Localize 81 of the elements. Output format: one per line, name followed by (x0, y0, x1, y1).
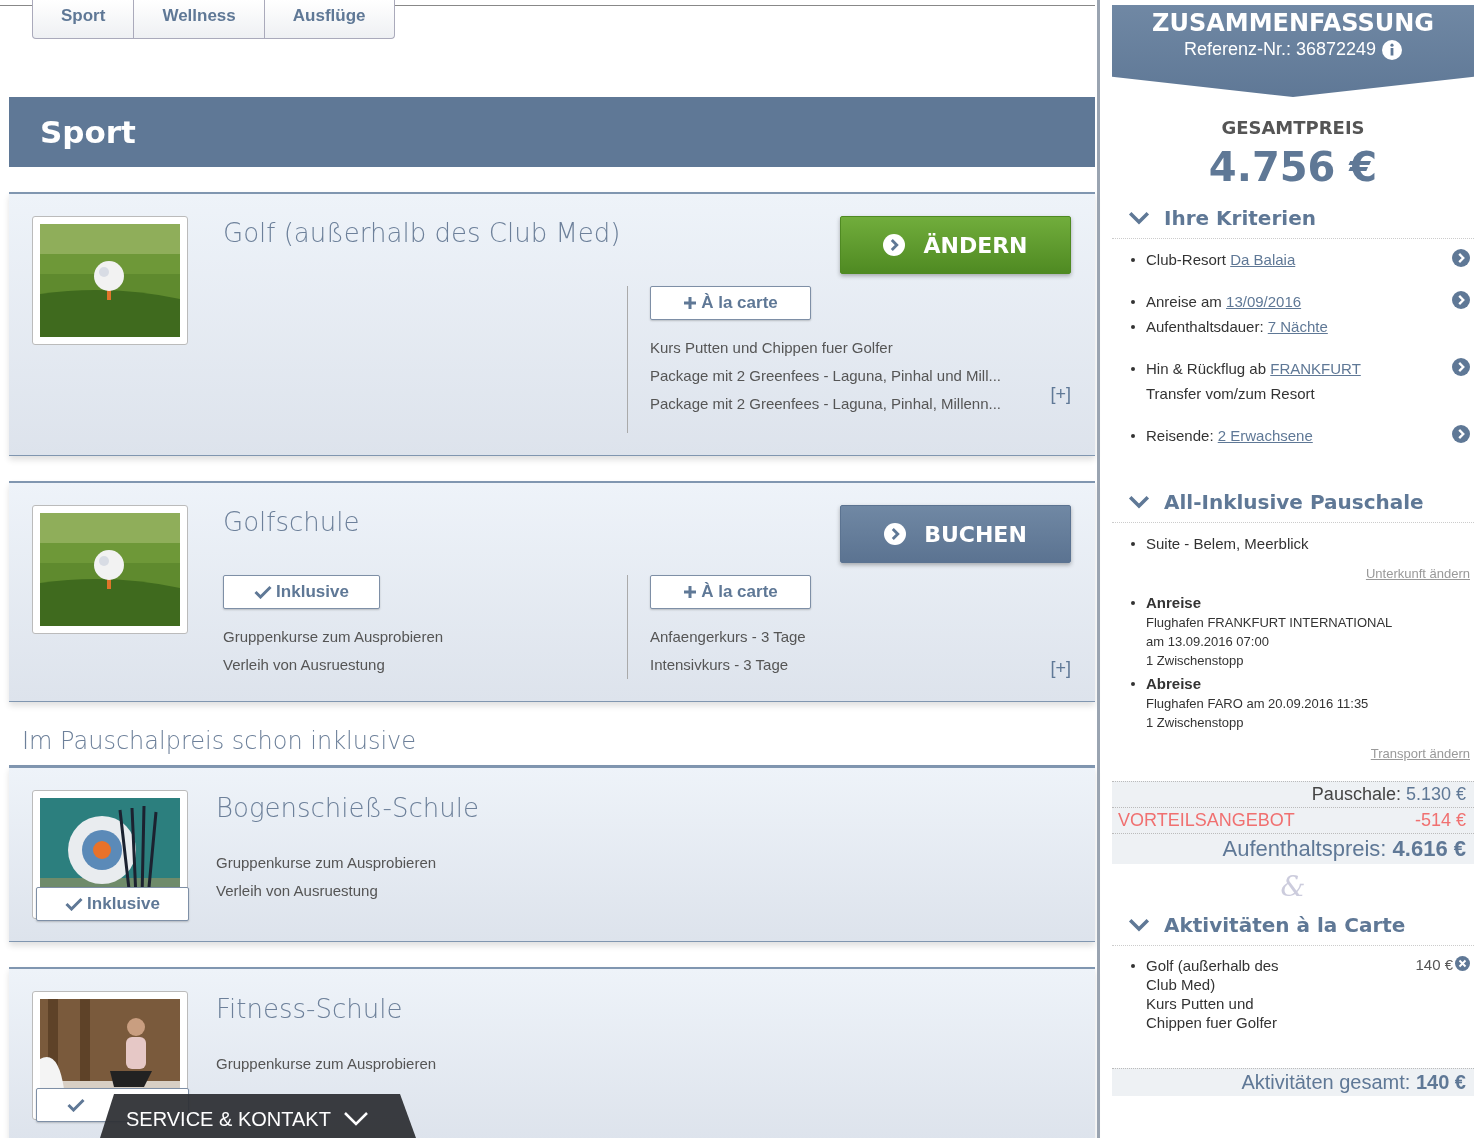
criteria-link[interactable]: 7 Nächte (1267, 318, 1328, 335)
remove-icon[interactable] (1455, 956, 1470, 971)
total-price: 4.756 € (1207, 144, 1379, 190)
flight-label: Anreise (1146, 593, 1202, 613)
category-tab[interactable]: Ausflüge (264, 0, 394, 38)
book-button[interactable]: BUCHEN (840, 505, 1071, 563)
inclusive-label: Inklusive (36, 887, 189, 921)
criteria-item: Anreise am 13/09/2016 (1146, 292, 1302, 312)
activity-title: Fitness-Schule (216, 994, 404, 1024)
arrow-circle-icon (1452, 291, 1470, 309)
flight-detail: 1 Zwischenstopp (1145, 714, 1245, 732)
included-item: Gruppenkurse zum Ausprobieren (216, 853, 437, 873)
bullet (1131, 601, 1135, 605)
flight-label: Abreise (1146, 674, 1202, 694)
change-button[interactable]: ÄNDERN (840, 216, 1071, 274)
plus-icon (683, 296, 698, 310)
chevron-icon (342, 1111, 369, 1127)
arrow-circle-icon (1452, 249, 1470, 267)
check-icon (254, 585, 273, 599)
included-item: Gruppenkurse zum Ausprobieren (223, 627, 444, 647)
expand-link[interactable]: [+] (1050, 384, 1071, 405)
criteria-item: Club-Resort Da Balaia (1146, 250, 1296, 270)
extra-detail: Kurs Putten und Chippen fuer Golfer (1146, 994, 1278, 1032)
activity-title: Golfschule (223, 507, 360, 537)
activity-title: Bogenschieß-Schule (216, 793, 480, 823)
price-row: Pauschale: 5.130 € (1112, 781, 1474, 807)
arrow-circle-icon (883, 234, 906, 256)
arrow-circle-icon (1452, 425, 1470, 443)
change-transport-link[interactable]: Transport ändern (1370, 746, 1470, 761)
info-icon[interactable] (1382, 39, 1403, 60)
included-item: Gruppenkurse zum Ausprobieren (216, 1054, 437, 1074)
a-la-carte-item: Intensivkurs - 3 Tage (650, 655, 789, 675)
flight-detail: Flughafen FRANKFURT INTERNATIONAL (1145, 614, 1393, 632)
summary-title: ZUSAMMENFASSUNG (1152, 9, 1434, 37)
bullet (1131, 542, 1135, 546)
criteria-item: Aufenthaltsdauer: 7 Nächte (1146, 317, 1328, 337)
criteria-item: Reisende: 2 Erwachsene (1146, 426, 1313, 446)
a-la-carte-button[interactable]: À la carte (650, 286, 811, 320)
extra-name: Golf (außerhalb des Club Med) (1146, 956, 1280, 994)
activity-title: Golf (außerhalb des Club Med) (223, 218, 621, 248)
extra-price: 140 € (1415, 956, 1453, 973)
arrow-circle-icon (884, 523, 907, 545)
reference-number: Referenz-Nr.: 36872249 (1183, 39, 1377, 60)
included-item: Verleih von Ausruestung (216, 881, 378, 901)
change-room-link[interactable]: Unterkunft ändern (1365, 566, 1470, 581)
a-la-carte-item: Package mit 2 Greenfees - Laguna, Pinhal, Millenn... (650, 394, 1002, 414)
inclusive-label: Inklusive (223, 575, 380, 609)
discount-row: VORTEILSANGEBOT -514 € (1112, 807, 1474, 833)
criteria-item: Transfer vom/zum Resort (1146, 384, 1315, 404)
category-tab[interactable]: Sport (33, 0, 135, 38)
room-item: Suite - Belem, Meerblick (1146, 534, 1309, 554)
price-row: Aktivitäten gesamt: 140 € (1112, 1068, 1474, 1096)
service-contact-bar[interactable]: SERVICE & KONTAKT (100, 1094, 416, 1138)
section-toggle[interactable]: Ihre Kriterien (1112, 198, 1474, 239)
section-header: Sport (9, 97, 1095, 167)
expand-link[interactable]: [+] (1050, 658, 1071, 679)
arrow-circle-icon (1452, 358, 1470, 376)
total-label: GESAMTPREIS (1220, 117, 1366, 138)
price-row: Aufenthaltspreis: 4.616 € (1112, 833, 1474, 864)
criteria-link[interactable]: 2 Erwachsene (1217, 427, 1313, 444)
flight-detail: 1 Zwischenstopp (1145, 652, 1245, 670)
plus-icon (683, 585, 698, 599)
included-item: Verleih von Ausruestung (223, 655, 385, 675)
criteria-link[interactable]: 13/09/2016 (1226, 293, 1302, 310)
bullet (1131, 682, 1135, 686)
check-icon (65, 897, 84, 911)
flight-detail: Flughafen FARO am 20.09.2016 11:35 (1145, 695, 1369, 713)
bullet (1131, 964, 1135, 968)
criteria-link[interactable]: FRANKFURT (1270, 360, 1361, 377)
section-toggle[interactable]: All-Inklusive Pauschale (1112, 482, 1474, 523)
a-la-carte-item: Kurs Putten und Chippen fuer Golfer (650, 338, 893, 358)
flight-detail: am 13.09.2016 07:00 (1145, 633, 1270, 651)
a-la-carte-item: Anfaengerkurs - 3 Tage (650, 627, 806, 647)
criteria-link[interactable]: Da Balaia (1230, 251, 1296, 268)
check-icon (67, 1098, 85, 1112)
category-tab[interactable]: Wellness (134, 0, 265, 38)
a-la-carte-button[interactable]: À la carte (650, 575, 811, 609)
section-toggle[interactable]: Aktivitäten à la Carte (1112, 905, 1474, 946)
a-la-carte-item: Package mit 2 Greenfees - Laguna, Pinhal und Mill... (650, 366, 1002, 386)
ampersand: & (1279, 870, 1307, 903)
criteria-item: Hin & Rückflug ab FRANKFURT (1146, 359, 1361, 379)
